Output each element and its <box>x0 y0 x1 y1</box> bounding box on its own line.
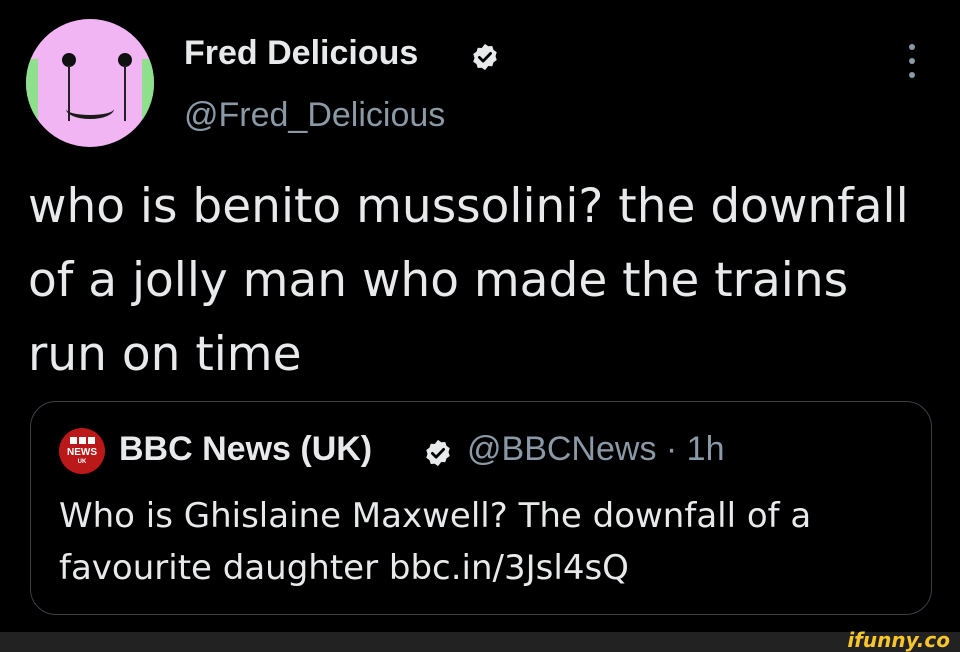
tweet-text: who is benito mussolini? the downfall of… <box>28 179 909 382</box>
verified-badge-icon <box>426 439 450 467</box>
verified-badge-icon <box>473 43 497 71</box>
bbc-logo-uk-text: UK <box>77 459 87 465</box>
quoted-tweet-text: Who is Ghislaine Maxwell? The downfall o… <box>59 496 812 588</box>
more-dot <box>909 58 915 64</box>
quoted-tweet[interactable]: NEWS UK BBC News (UK) @BBCNews · 1h Who … <box>30 401 932 615</box>
avatar-mouth <box>66 99 114 119</box>
more-options-icon[interactable] <box>900 44 924 78</box>
bbc-logo-boxes <box>70 437 95 444</box>
quoted-display-name[interactable]: BBC News (UK) <box>119 430 372 469</box>
bbc-logo-news-text: NEWS <box>67 447 97 458</box>
quoted-handle-time[interactable]: @BBCNews · 1h <box>467 430 724 469</box>
watermark-bar: ifunny.co <box>0 628 960 652</box>
more-dot <box>909 44 915 50</box>
more-dot <box>909 72 915 78</box>
avatar-side-strip-left <box>26 59 38 119</box>
author-avatar[interactable] <box>26 19 154 147</box>
bbc-news-logo-icon: NEWS UK <box>59 428 105 474</box>
author-display-name[interactable]: Fred Delicious <box>184 34 418 73</box>
avatar-side-strip-right <box>142 59 154 119</box>
avatar-line-right <box>124 65 126 121</box>
author-handle[interactable]: @Fred_Delicious <box>184 96 445 135</box>
ifunny-watermark: ifunny.co <box>847 628 950 652</box>
tweet-card: Fred Delicious @Fred_Delicious who is be… <box>0 0 960 632</box>
